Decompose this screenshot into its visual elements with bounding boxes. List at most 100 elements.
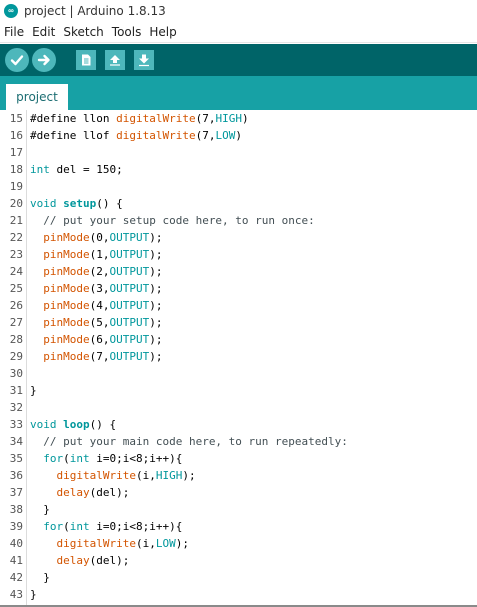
window-title: project | Arduino 1.8.13: [24, 4, 166, 18]
line-code: pinMode(4,OUTPUT);: [43, 299, 163, 312]
line-number: 19: [9, 180, 23, 193]
line-number: 23: [9, 248, 23, 261]
code-line: 37 delay(del);: [0, 484, 477, 501]
line-code: pinMode(7,OUTPUT);: [43, 350, 163, 363]
arrow-down-icon: [139, 54, 149, 67]
code-line: 18 int del = 150;: [0, 161, 477, 178]
code-line: 22 pinMode(0,OUTPUT);: [0, 229, 477, 246]
code-line: 38 }: [0, 501, 477, 518]
code-line: 17: [0, 144, 477, 161]
code-line: 20 void setup() {: [0, 195, 477, 212]
open-button[interactable]: [105, 50, 125, 70]
line-code: #define llof digitalWrite(7,LOW): [30, 129, 242, 142]
line-code: int del = 150;: [30, 163, 123, 176]
code-line: 23 pinMode(1,OUTPUT);: [0, 246, 477, 263]
line-code: delay(del);: [56, 554, 130, 567]
code-line: 36 digitalWrite(i,HIGH);: [0, 467, 477, 484]
menu-help[interactable]: Help: [149, 25, 176, 39]
line-number: 26: [9, 299, 23, 312]
code-editor[interactable]: 15 #define llon digitalWrite(7,HIGH) 16 #de…: [0, 110, 477, 607]
line-code: pinMode(2,OUTPUT);: [43, 265, 163, 278]
line-code: pinMode(3,OUTPUT);: [43, 282, 163, 295]
code-line: 40 digitalWrite(i,LOW);: [0, 535, 477, 552]
line-number: 38: [9, 503, 23, 516]
line-number: 32: [9, 401, 23, 414]
code-line: 28 pinMode(6,OUTPUT);: [0, 331, 477, 348]
code-line: 15 #define llon digitalWrite(7,HIGH): [0, 110, 477, 127]
line-number: 17: [9, 146, 23, 159]
line-code: // put your main code here, to run repea…: [43, 435, 348, 448]
line-number: 43: [9, 588, 23, 601]
line-number: 24: [9, 265, 23, 278]
line-code: #define llon digitalWrite(7,HIGH): [30, 112, 249, 125]
save-button[interactable]: [134, 50, 154, 70]
line-code: digitalWrite(i,HIGH);: [56, 469, 196, 482]
menu-sketch[interactable]: Sketch: [63, 25, 103, 39]
code-line: 26 pinMode(4,OUTPUT);: [0, 297, 477, 314]
menu-tools[interactable]: Tools: [112, 25, 142, 39]
code-line: 25 pinMode(3,OUTPUT);: [0, 280, 477, 297]
code-line: 27 pinMode(5,OUTPUT);: [0, 314, 477, 331]
line-code: pinMode(5,OUTPUT);: [43, 316, 163, 329]
arrow-right-icon: [37, 54, 50, 66]
line-number: 21: [9, 214, 23, 227]
line-number: 20: [9, 197, 23, 210]
code-line: 21 // put your setup code here, to run o…: [0, 212, 477, 229]
check-icon: [10, 55, 24, 66]
line-code: digitalWrite(i,LOW);: [56, 537, 189, 550]
arduino-logo-icon: ∞: [4, 4, 18, 18]
line-number: 35: [9, 452, 23, 465]
code-line: 33 void loop() {: [0, 416, 477, 433]
code-line: 35 for(int i=0;i<8;i++){: [0, 450, 477, 467]
code-line: 32: [0, 399, 477, 416]
code-line: 42 }: [0, 569, 477, 586]
arrow-up-icon: [110, 55, 120, 66]
title-bar: ∞ project | Arduino 1.8.13: [0, 0, 477, 22]
line-code: }: [30, 571, 50, 584]
line-number: 39: [9, 520, 23, 533]
line-number: 31: [9, 384, 23, 397]
menu-file[interactable]: File: [4, 25, 24, 39]
line-number: 18: [9, 163, 23, 176]
code-area[interactable]: 15 #define llon digitalWrite(7,HIGH) 16 #de…: [0, 110, 477, 603]
tab-project[interactable]: project: [6, 84, 68, 110]
code-line: 24 pinMode(2,OUTPUT);: [0, 263, 477, 280]
line-number: 40: [9, 537, 23, 550]
line-code: void setup() {: [30, 197, 123, 210]
new-button[interactable]: [76, 50, 96, 70]
line-number: 22: [9, 231, 23, 244]
line-number: 15: [9, 112, 23, 125]
line-number: 42: [9, 571, 23, 584]
line-code: for(int i=0;i<8;i++){: [43, 452, 183, 465]
menu-bar: File Edit Sketch Tools Help: [0, 22, 477, 43]
line-code: }: [30, 588, 37, 601]
line-number: 37: [9, 486, 23, 499]
line-code: // put your setup code here, to run once…: [43, 214, 315, 227]
line-number: 36: [9, 469, 23, 482]
code-line: 19: [0, 178, 477, 195]
line-number: 28: [9, 333, 23, 346]
tab-bar: project: [0, 76, 477, 110]
code-line: 31}: [0, 382, 477, 399]
line-number: 30: [9, 367, 23, 380]
line-code: void loop() {: [30, 418, 117, 431]
code-line: 34 // put your main code here, to run re…: [0, 433, 477, 450]
line-number: 27: [9, 316, 23, 329]
line-code: }: [30, 384, 37, 397]
line-number: 34: [9, 435, 23, 448]
line-number: 29: [9, 350, 23, 363]
code-line: 43}: [0, 586, 477, 603]
upload-button[interactable]: [32, 48, 56, 72]
line-code: pinMode(6,OUTPUT);: [43, 333, 163, 346]
menu-edit[interactable]: Edit: [32, 25, 55, 39]
line-number: 41: [9, 554, 23, 567]
code-line: 39 for(int i=0;i<8;i++){: [0, 518, 477, 535]
line-code: for(int i=0;i<8;i++){: [43, 520, 183, 533]
document-icon: [82, 54, 91, 66]
line-number: 33: [9, 418, 23, 431]
line-number: 16: [9, 129, 23, 142]
line-code: delay(del);: [56, 486, 130, 499]
verify-button[interactable]: [5, 48, 29, 72]
code-line: 41 delay(del);: [0, 552, 477, 569]
line-code: }: [30, 503, 50, 516]
